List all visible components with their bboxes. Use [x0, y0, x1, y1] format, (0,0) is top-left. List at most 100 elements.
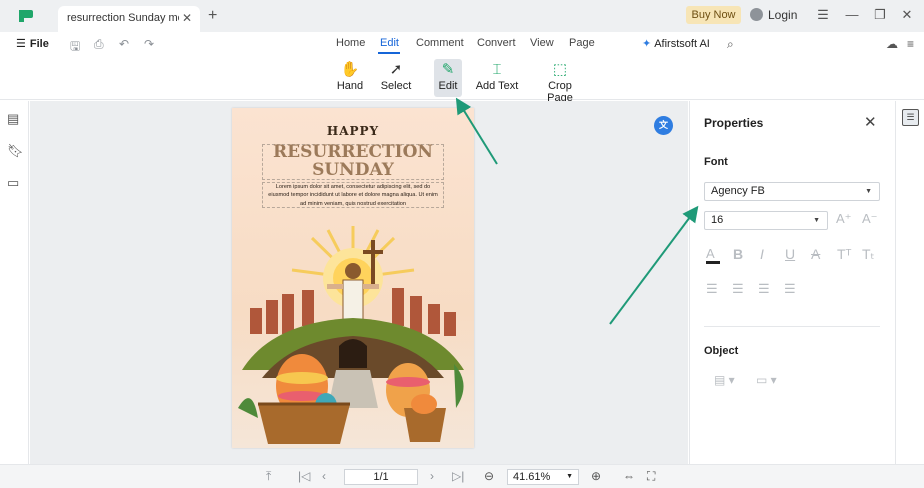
properties-panel: Properties ✕ Font Agency FB ▼ 16 ▼ A⁺ A⁻… [689, 101, 895, 464]
zoom-value: 41.61% [513, 471, 551, 483]
buy-now-button[interactable]: Buy Now [686, 6, 741, 24]
status-bar: ⤒ |◁ ‹ 1/1 › ▷| ⊖ 41.61% ▼ ⊕ ⇔ ⛶ [0, 464, 924, 488]
document-tab[interactable]: resurrection Sunday mes... ✕ [58, 6, 200, 32]
strikethrough-icon[interactable]: A [811, 246, 820, 262]
close-panel-icon[interactable]: ✕ [864, 113, 877, 131]
chevron-down-icon: ▼ [865, 188, 872, 195]
edit-icon: ✎ [441, 61, 455, 78]
subscript-icon[interactable]: Tₜ [862, 246, 875, 263]
previous-page-icon[interactable]: ‹ [322, 469, 326, 483]
title-line-2: SUNDAY [312, 160, 394, 180]
tab-view[interactable]: View [530, 37, 554, 49]
font-size-select[interactable]: 16 ▼ [704, 211, 828, 230]
add-text-button[interactable]: ⌶ Add Text [474, 60, 520, 98]
hand-tool-label: Hand [336, 80, 364, 92]
title-bar: resurrection Sunday mes... ✕ + Buy Now L… [0, 0, 924, 32]
active-tab-indicator [378, 52, 400, 54]
ai-assistant-label: Afirstsoft AI [654, 38, 710, 50]
last-page-icon[interactable]: ▷| [452, 469, 464, 483]
greeting-small-heading[interactable]: HAPPY [232, 124, 474, 138]
crop-page-button[interactable]: ⬚ Crop Page [535, 60, 585, 104]
align-left-icon[interactable]: ☰ [706, 281, 718, 297]
translate-icon[interactable]: 文 [654, 116, 673, 135]
redo-icon[interactable]: ↷ [144, 37, 154, 51]
zoom-out-icon[interactable]: ⊖ [484, 469, 494, 483]
save-icon[interactable]: 🖫 [70, 37, 80, 58]
fit-width-icon[interactable]: ⇔ [623, 469, 635, 483]
font-family-value: Agency FB [711, 185, 765, 197]
left-sidebar: ▤ 🔖︎ ▭ [0, 101, 29, 464]
toolbar: ☰ File 🖫 ⎙ ↶ ↷ Home Edit Comment Convert … [0, 32, 924, 104]
text-color-swatch [706, 261, 720, 264]
decrease-font-icon[interactable]: A⁻ [862, 211, 878, 227]
text-color-button[interactable]: A [706, 246, 720, 264]
hand-icon: ✋ [340, 61, 360, 78]
page-number-input[interactable]: 1/1 [344, 469, 418, 485]
chevron-down-icon: ▼ [813, 217, 820, 224]
first-page-icon[interactable]: |◁ [298, 469, 310, 483]
ai-assistant-button[interactable]: ✦ Afirstsoft AI [642, 37, 710, 50]
collapse-ribbon-icon[interactable]: ≡ [907, 37, 914, 51]
increase-font-icon[interactable]: A⁺ [836, 211, 852, 227]
cloud-icon[interactable]: ☁ [886, 37, 898, 51]
properties-title: Properties [704, 116, 764, 130]
search-icon[interactable]: ⌕ [727, 37, 734, 52]
edit-tool-label: Edit [438, 80, 458, 92]
crop-icon: ⬚ [552, 61, 568, 78]
restore-icon[interactable]: ❐ [872, 7, 888, 23]
align-justify-icon[interactable]: ☰ [784, 281, 796, 297]
close-window-icon[interactable]: ✕ [899, 7, 915, 23]
body-text-box[interactable]: Lorem ipsum dolor sit amet, consectetur … [262, 182, 444, 208]
zoom-select[interactable]: 41.61% ▼ [507, 469, 579, 485]
cursor-icon: ➚ [389, 61, 403, 78]
close-tab-icon[interactable]: ✕ [182, 6, 192, 30]
font-section-label: Font [704, 156, 728, 168]
italic-icon[interactable]: I [760, 246, 764, 262]
right-toolstrip: ☰ [895, 101, 924, 464]
align-right-icon[interactable]: ☰ [758, 281, 770, 297]
properties-toggle-icon[interactable]: ☰ [902, 109, 919, 126]
minimize-icon[interactable]: — [844, 7, 860, 22]
edit-tool-button[interactable]: ✎ Edit [434, 60, 462, 98]
comment-icon[interactable]: ▭ [7, 175, 19, 191]
pdf-page[interactable]: HAPPY RESURRECTION SUNDAY Lorem ipsum do… [232, 108, 474, 448]
zoom-in-icon[interactable]: ⊕ [591, 469, 601, 483]
tab-home[interactable]: Home [336, 37, 365, 49]
login-label: Login [768, 8, 798, 22]
align-objects-icon[interactable]: ▤ ▾ [714, 373, 735, 387]
go-top-icon[interactable]: ⤒ [266, 469, 271, 484]
undo-icon[interactable]: ↶ [119, 37, 129, 51]
font-family-select[interactable]: Agency FB ▼ [704, 182, 880, 201]
avatar-icon [750, 8, 763, 21]
object-section-label: Object [704, 345, 739, 357]
superscript-icon[interactable]: Tᵀ [837, 246, 852, 262]
add-text-icon: ⌶ [492, 61, 502, 78]
document-tab-title: resurrection Sunday mes... [67, 12, 179, 24]
align-center-icon[interactable]: ☰ [732, 281, 744, 297]
login-button[interactable]: Login [750, 7, 797, 25]
new-tab-icon[interactable]: + [208, 7, 217, 25]
font-size-value: 16 [711, 214, 724, 226]
hamburger-icon: ☰ [16, 38, 26, 50]
tab-convert[interactable]: Convert [477, 37, 516, 49]
file-menu[interactable]: ☰ File [16, 37, 49, 50]
file-menu-label: File [29, 38, 49, 50]
page-thumbnails-icon[interactable]: ▤ [7, 111, 19, 127]
divider [704, 326, 880, 327]
hand-tool-button[interactable]: ✋ Hand [336, 60, 364, 98]
next-page-icon[interactable]: › [430, 469, 434, 483]
tab-edit[interactable]: Edit [380, 37, 399, 49]
bookmark-icon[interactable]: 🔖︎ [7, 143, 24, 159]
tab-comment[interactable]: Comment [416, 37, 464, 49]
select-tool-button[interactable]: ➚ Select [380, 60, 412, 98]
print-icon[interactable]: ⎙ [94, 37, 104, 52]
menu-icon[interactable]: ☰ [815, 7, 831, 23]
app-logo-icon [19, 10, 33, 22]
sparkle-icon: ✦ [642, 38, 652, 50]
underline-icon[interactable]: U [785, 246, 795, 262]
distribute-objects-icon[interactable]: ▭ ▾ [756, 373, 777, 387]
bold-icon[interactable]: B [733, 246, 743, 262]
text-color-icon: A [706, 246, 715, 261]
tab-page[interactable]: Page [569, 37, 595, 49]
fit-page-icon[interactable]: ⛶ [647, 469, 655, 484]
